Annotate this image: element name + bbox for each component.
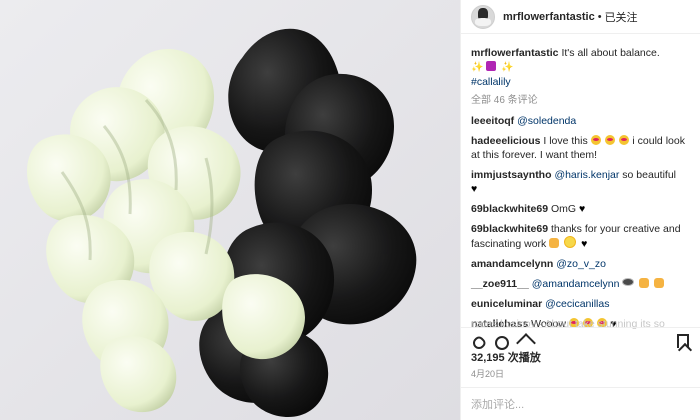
heart-eyes-emoji-icon [618,135,629,145]
flower-arrangement-image [0,0,460,420]
post-date: 4月20日 [471,369,505,379]
comments-count[interactable]: 全部 46 条评论 [471,94,693,108]
comment: euniceluminar @cecicanillas [471,297,693,311]
post-panel: mrflowerfantastic • 已关注 mrflowerfantasti… [460,0,700,420]
black-heart-icon: ♥ [471,183,478,195]
black-heart-icon: ♥ [578,203,586,215]
instagram-post: mrflowerfantastic • 已关注 mrflowerfantasti… [0,0,700,420]
username[interactable]: mrflowerfantastic [503,11,595,23]
plays-count[interactable]: 32,195 次播放 [471,349,541,365]
post-caption: mrflowerfantastic It's all about balance… [471,46,693,89]
post-header: mrflowerfantastic • 已关注 [461,0,700,34]
heart-eyes-emoji-icon [604,135,615,145]
comment: amandamcelynn @zo_v_zo [471,257,693,271]
comment-user[interactable]: amandamcelynn [471,258,553,270]
comment: hadeeelicious I love this i could look a… [471,134,693,162]
comment: 69blackwhite69 OmG ♥ [471,202,693,216]
comment-user[interactable]: leeeitoqf [471,115,514,127]
blossom-emoji-icon [564,236,577,248]
comment: immjustsayntho @haris.kenjar so beautifu… [471,168,693,196]
heart-eyes-emoji-icon [590,135,601,145]
bookmark-icon[interactable] [677,334,689,348]
comment-mention[interactable]: @soledenda [517,115,576,127]
crystal-ball-icon [486,61,497,71]
add-comment-input[interactable]: 添加评论... [461,387,700,420]
follow-separator: • [597,10,602,23]
comment-user[interactable]: 69blackwhite69 [471,203,548,215]
comment-mention[interactable]: @zo_v_zo [556,258,606,270]
comment-mention[interactable]: @haris.kenjar [554,169,619,181]
comment-user[interactable]: euniceluminar [471,298,542,310]
comment-user[interactable]: __zoe911__ [471,278,529,290]
following-label[interactable]: 已关注 [605,9,638,25]
caption-hashtag[interactable]: #callalily [471,76,511,88]
comments-list: 全部 46 条评论 leeeitoqf @soledenda hadeeelic… [471,94,693,337]
comment: leeeitoqf @soledenda [471,114,693,128]
comment-text: so beautiful [622,169,677,181]
raising-hands-emoji-icon [549,238,560,248]
post-image[interactable] [0,0,460,420]
comment-text: I love this [543,135,588,147]
sparkle-icon: ✨ [471,62,484,73]
comment-text: OmG [550,203,577,215]
sparkle-icon: ✨ [501,62,514,73]
avatar[interactable] [471,4,495,29]
caption-username[interactable]: mrflowerfantastic [471,47,559,59]
comment-mention[interactable]: @cecicanillas [545,298,609,310]
comment-user[interactable]: 69blackwhite69 [471,223,548,235]
black-heart-icon: ♥ [581,238,588,250]
eye-emoji-icon [622,278,635,286]
comment: 69blackwhite69 thanks for your creative … [471,222,693,251]
comment: __zoe911__ @amandamcelynn [471,277,693,291]
comment-icon[interactable] [495,335,509,350]
comment-mention[interactable]: @amandamcelynn [532,278,620,290]
comment-user[interactable]: hadeeelicious [471,135,540,147]
raising-hands-emoji-icon [639,278,650,288]
comment-user[interactable]: immjustsayntho [471,169,552,181]
clapping-hands-emoji-icon [654,278,665,288]
caption-text: It's all about balance. [561,47,660,59]
